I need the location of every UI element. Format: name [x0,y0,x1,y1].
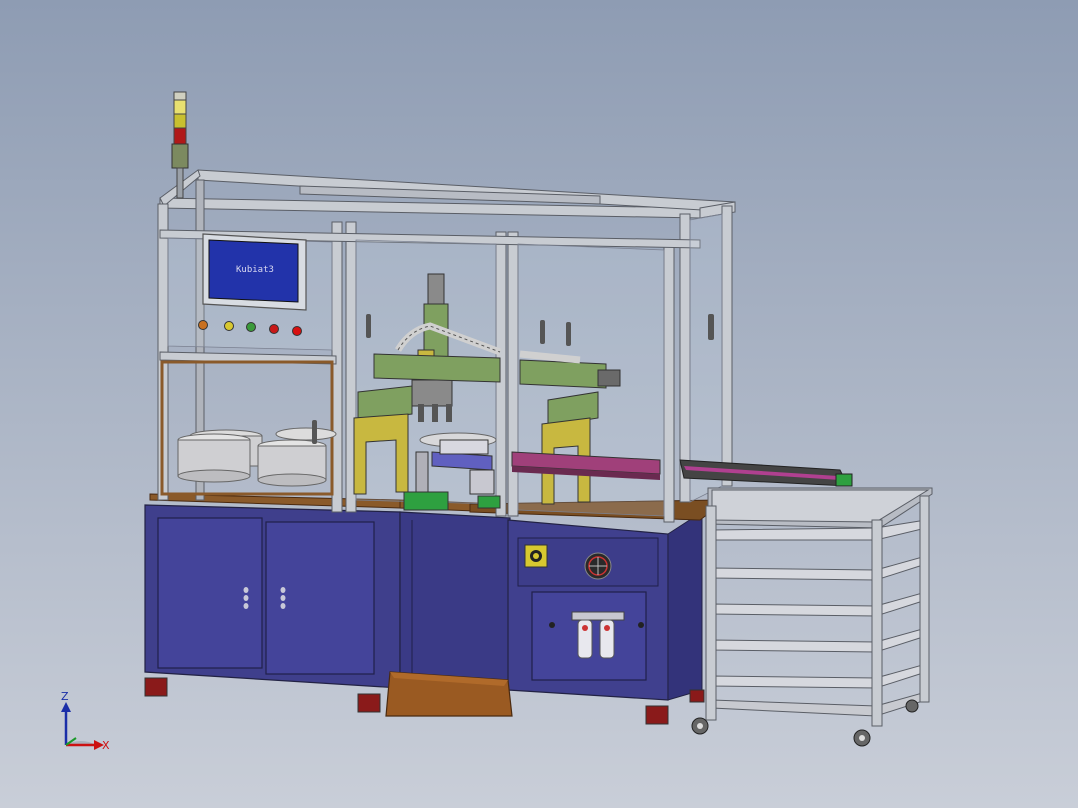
middle-cabinet [399,511,511,691]
hmi-screen-text: Kubiat3 [236,265,274,275]
stop-button [269,324,279,334]
left-cabinet [144,504,401,689]
x-axis-label: X [102,739,110,752]
fan-icon [584,552,612,580]
hmi-panel[interactable]: Kubiat3 [202,233,307,311]
power-switch-icon [524,544,548,568]
start-button [224,321,234,331]
emergency-stop-button [292,326,302,336]
scrap-bin [385,671,513,717]
run-button [246,322,256,332]
right-cabinet [507,511,703,701]
coordinate-triad-icon: Z X [61,690,110,752]
shelving-cart [705,487,933,727]
machine-model[interactable]: Kubiat3 Z X [0,0,1078,808]
z-axis-label: Z [61,690,69,703]
cad-viewport[interactable]: Kubiat3 Z X [0,0,1078,808]
cabinet-door-left [157,517,263,669]
mode-button [198,320,208,330]
